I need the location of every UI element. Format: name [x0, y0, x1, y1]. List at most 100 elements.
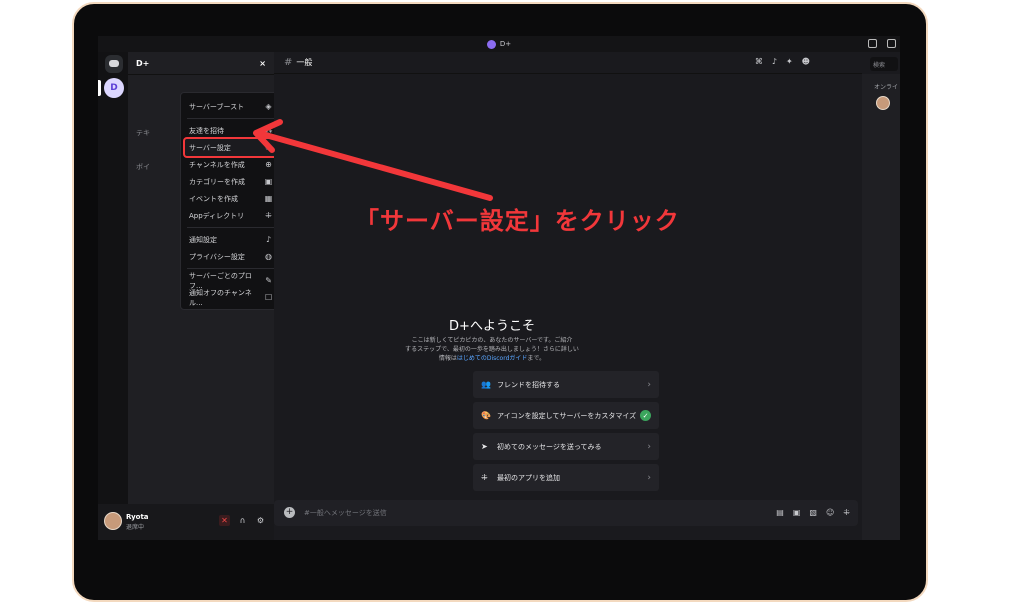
menu-item-privacy-settings[interactable]: プライバシー設定 ◍ [185, 248, 277, 265]
welcome-description: ここは新しくてピカピカの、あなたのサーバーです。ご紹介 するステップで、最初の一… [394, 336, 590, 363]
palette-icon: 🎨 [481, 411, 491, 420]
header-toolbar: ⌘ ♪ ✦ ☻ [755, 57, 810, 66]
card-customize-server[interactable]: 🎨 アイコンを設定してサーバーをカスタマイズ ✓ [473, 402, 659, 429]
member-list: オンライ [862, 74, 900, 540]
calendar-icon: ▦ [264, 194, 273, 203]
welcome-desc-line: するステップで、最初の一歩を踏み出しましょう！さらに詳しい [405, 346, 579, 353]
menu-item-notification-settings[interactable]: 通知設定 ♪ [185, 231, 277, 248]
bell-icon[interactable]: ♪ [772, 57, 777, 66]
mic-muted-icon[interactable]: ✕ [219, 515, 230, 526]
menu-item-server-boost[interactable]: サーバーブースト ◈ [185, 98, 277, 115]
folder-plus-icon: ▣ [264, 177, 273, 186]
card-label: 初めてのメッセージを送ってみる [497, 442, 602, 451]
user-name: Ryota [126, 513, 149, 521]
avatar[interactable] [104, 512, 122, 530]
annotation-caption: 「サーバー設定」をクリック [355, 207, 680, 235]
message-input[interactable]: #一般へメッセージを送信 [304, 508, 387, 518]
headphones-icon[interactable]: ∩ [237, 515, 248, 526]
category-voice-channels[interactable]: ボイ [136, 162, 150, 172]
server-name: D+ [136, 58, 150, 68]
menu-item-label: カテゴリーを作成 [189, 177, 245, 186]
card-invite-friends[interactable]: 👥 フレンドを招待する › [473, 371, 659, 398]
welcome-desc-line: ここは新しくてピカピカの、あなたのサーバーです。ご紹介 [411, 337, 573, 344]
send-icon: ➤ [481, 442, 488, 451]
checkbox-icon[interactable]: ☐ [264, 293, 273, 302]
menu-item-label: 通知オフのチャンネル... [189, 288, 252, 307]
add-circle-icon: ⊕ [265, 160, 272, 169]
menu-item-label: 友達を招待 [189, 126, 224, 135]
menu-item-create-category[interactable]: カテゴリーを作成 ▣ [185, 173, 277, 190]
menu-divider [187, 268, 275, 269]
bell-icon: ♪ [265, 235, 272, 244]
welcome-desc-text: 情報は [438, 355, 457, 362]
discord-window: D+ D D+ × テキ ボイ サーバーブースト ◈ 友達を招待 ⁂ サーバー設… [98, 36, 900, 540]
gear-icon[interactable]: ⚙ [255, 515, 266, 526]
user-status: 退席中 [126, 524, 145, 531]
threads-icon[interactable]: ⌘ [755, 57, 763, 66]
menu-item-label: サーバーブースト [189, 102, 245, 111]
menu-item-label: プライバシー設定 [189, 252, 245, 261]
search-input[interactable]: 検索 [870, 57, 898, 71]
apps-icon: ⁜ [481, 473, 488, 482]
online-label: オンライ [874, 84, 899, 91]
discord-logo-icon [486, 39, 496, 49]
grid-icon: ⁜ [265, 211, 272, 220]
menu-item-label: チャンネルを作成 [189, 160, 245, 169]
guide-link[interactable]: はじめてのDiscordガイド [457, 355, 528, 362]
menu-item-hide-muted-channels[interactable]: 通知オフのチャンネル... ☐ [185, 288, 277, 307]
menu-item-invite-friends[interactable]: 友達を招待 ⁂ [185, 122, 277, 139]
title-bar: D+ [98, 36, 900, 52]
close-icon[interactable]: × [259, 59, 266, 68]
menu-item-label: イベントを作成 [189, 194, 238, 203]
welcome-desc-text: まで。 [527, 355, 546, 362]
help-icon[interactable] [887, 39, 896, 48]
menu-item-label: 通知設定 [189, 235, 217, 244]
sticker-icon[interactable]: ▧ [809, 508, 817, 517]
selected-server-pill [98, 80, 101, 96]
hash-icon: # [284, 57, 293, 68]
apps-icon[interactable]: ⁜ [843, 508, 850, 517]
avatar[interactable] [876, 96, 890, 110]
server-icon-dplus[interactable]: D [104, 78, 124, 98]
gift-icon[interactable]: ▤ [776, 508, 784, 517]
channel-name: 一般 [296, 58, 313, 67]
window-title: D+ [499, 40, 512, 48]
menu-item-server-settings[interactable]: サーバー設定 ⚙ [183, 137, 279, 158]
boost-icon: ◈ [265, 102, 272, 111]
add-attachment-icon[interactable]: + [284, 507, 295, 518]
invite-icon: ⁂ [264, 126, 273, 135]
channel-sidebar: D+ × テキ ボイ サーバーブースト ◈ 友達を招待 ⁂ サーバー設定 ⚙ チ… [128, 52, 282, 504]
card-label: フレンドを招待する [497, 380, 560, 389]
menu-item-label: サーバー設定 [189, 143, 231, 152]
gear-icon: ⚙ [264, 143, 273, 152]
menu-item-server-profile[interactable]: サーバーごとのプロフ... ✎ [185, 272, 277, 290]
check-circle-icon: ✓ [640, 410, 651, 421]
category-text-channels[interactable]: テキ [136, 128, 150, 138]
invite-icon: 👥 [481, 380, 491, 389]
discord-home-icon[interactable] [105, 55, 123, 73]
message-composer: + #一般へメッセージを送信 ▤ ▣ ▧ ☺ ⁜ [274, 500, 858, 526]
pencil-icon: ✎ [265, 276, 272, 285]
shield-icon: ◍ [265, 252, 272, 261]
members-icon[interactable]: ☻ [802, 57, 810, 66]
menu-item-create-channel[interactable]: チャンネルを作成 ⊕ [185, 156, 277, 173]
menu-item-label: Appディレクトリ [189, 211, 245, 220]
menu-item-create-event[interactable]: イベントを作成 ▦ [185, 190, 277, 207]
server-header[interactable]: D+ × [128, 52, 274, 75]
chevron-right-icon: › [647, 379, 651, 390]
pin-icon[interactable]: ✦ [786, 57, 793, 66]
card-send-first-message[interactable]: ➤ 初めてのメッセージを送ってみる › [473, 433, 659, 460]
server-rail: D [98, 52, 128, 540]
card-label: アイコンを設定してサーバーをカスタマイズ [497, 411, 637, 420]
welcome-desc-line: 情報ははじめてのDiscordガイドまで。 [394, 354, 590, 363]
gif-icon[interactable]: ▣ [793, 508, 801, 517]
inbox-icon[interactable] [868, 39, 877, 48]
card-label: 最初のアプリを追加 [497, 473, 560, 482]
emoji-icon[interactable]: ☺ [826, 508, 834, 517]
chevron-right-icon: › [647, 472, 651, 483]
card-add-first-app[interactable]: ⁜ 最初のアプリを追加 › [473, 464, 659, 491]
welcome-title: D+へようこそ [449, 319, 535, 334]
server-context-menu: サーバーブースト ◈ 友達を招待 ⁂ サーバー設定 ⚙ チャンネルを作成 ⊕ カ… [180, 92, 282, 310]
user-panel: Ryota 退席中 ✕ ∩ ⚙ [98, 504, 274, 540]
menu-item-app-directory[interactable]: Appディレクトリ ⁜ [185, 207, 277, 224]
